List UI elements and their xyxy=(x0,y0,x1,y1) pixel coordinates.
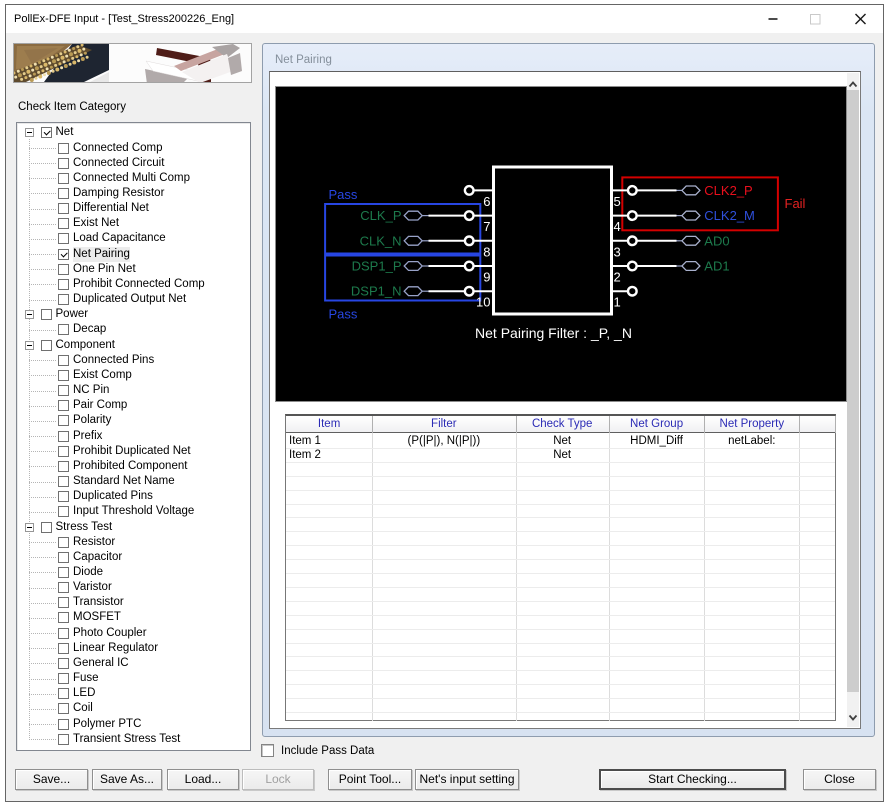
svg-text:DSP1_N: DSP1_N xyxy=(350,284,401,299)
svg-text:6: 6 xyxy=(483,194,490,209)
svg-text:5: 5 xyxy=(613,194,620,209)
svg-text:2: 2 xyxy=(613,270,620,285)
svg-text:Pass: Pass xyxy=(328,187,357,202)
svg-text:8: 8 xyxy=(483,244,490,259)
svg-text:CLK_N: CLK_N xyxy=(359,233,401,248)
svg-text:Net Pairing Filter : _P, _N: Net Pairing Filter : _P, _N xyxy=(475,325,632,341)
svg-text:1: 1 xyxy=(613,295,620,310)
svg-text:Fail: Fail xyxy=(784,196,805,211)
svg-text:AD1: AD1 xyxy=(704,259,729,274)
svg-text:4: 4 xyxy=(613,219,620,234)
svg-text:7: 7 xyxy=(483,219,490,234)
svg-text:CLK2_P: CLK2_P xyxy=(704,183,752,198)
svg-text:3: 3 xyxy=(613,244,620,259)
svg-text:CLK_P: CLK_P xyxy=(360,208,401,223)
svg-text:CLK2_M: CLK2_M xyxy=(704,208,755,223)
svg-text:DSP1_P: DSP1_P xyxy=(351,259,401,274)
svg-text:10: 10 xyxy=(476,295,490,310)
svg-text:Pass: Pass xyxy=(328,307,357,322)
svg-text:9: 9 xyxy=(483,270,490,285)
svg-text:AD0: AD0 xyxy=(704,233,729,248)
